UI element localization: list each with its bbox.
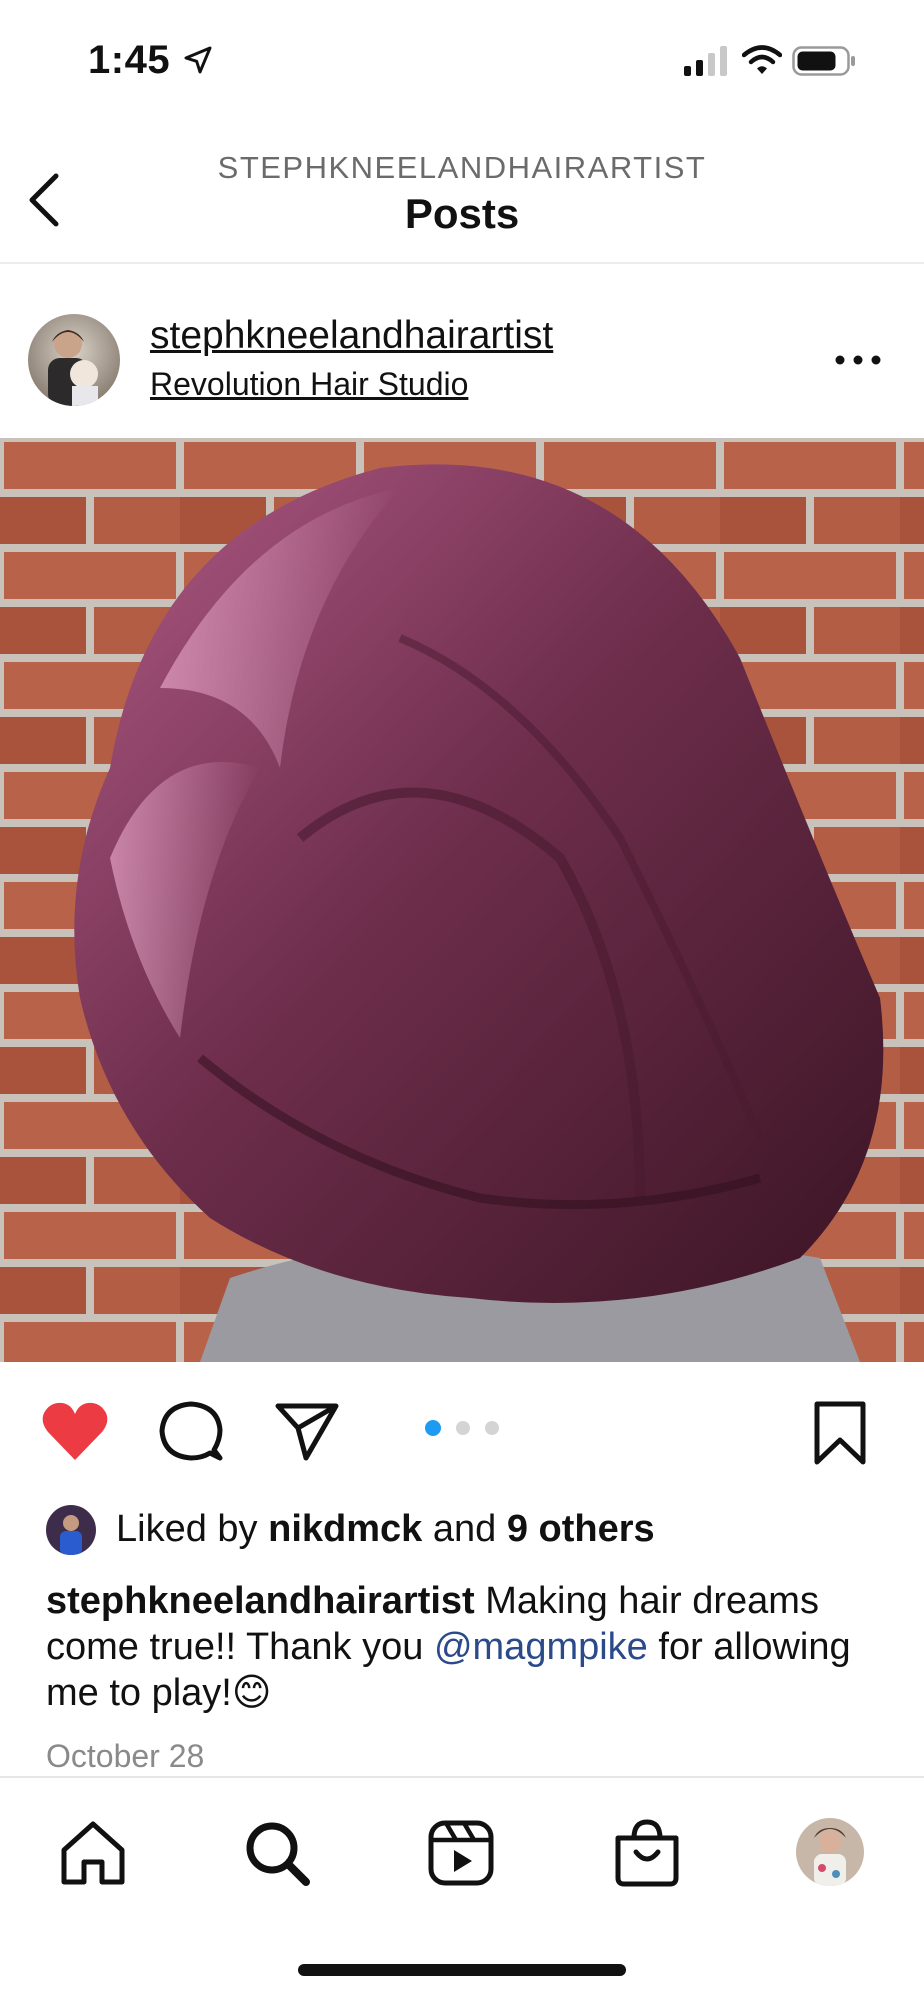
likes-prefix: Liked by xyxy=(116,1508,258,1550)
likes-joiner: and xyxy=(432,1508,497,1550)
more-options-icon[interactable] xyxy=(832,342,884,378)
search-icon[interactable] xyxy=(242,1818,312,1888)
post-date: October 28 xyxy=(46,1738,205,1774)
carousel-indicator xyxy=(425,1420,499,1436)
location-arrow-icon xyxy=(184,46,212,74)
post-location-link[interactable]: Revolution Hair Studio xyxy=(150,366,468,403)
tabbar-divider xyxy=(0,1776,924,1778)
share-paper-plane-icon[interactable] xyxy=(274,1400,340,1464)
battery-icon xyxy=(792,46,855,76)
post-author-username[interactable]: stephkneelandhairartist xyxy=(150,314,553,358)
header-divider xyxy=(0,262,924,264)
home-icon[interactable] xyxy=(58,1818,128,1888)
likes-summary[interactable]: Liked by nikdmck and 9 others xyxy=(116,1508,655,1551)
liker-avatar[interactable] xyxy=(46,1505,96,1555)
likes-others-count[interactable]: 9 others xyxy=(507,1508,655,1550)
post-author-avatar[interactable] xyxy=(28,314,120,406)
profile-avatar[interactable] xyxy=(796,1818,864,1886)
comment-bubble-icon[interactable] xyxy=(158,1400,224,1464)
reels-icon[interactable] xyxy=(426,1818,496,1888)
post-caption: stephkneelandhairartist Making hair drea… xyxy=(46,1578,886,1716)
shop-bag-icon[interactable] xyxy=(612,1818,682,1888)
page-title: Posts xyxy=(404,190,520,237)
cellular-signal-icon xyxy=(684,46,727,76)
header-account-name: STEPHKNEELANDHAIRARTIST xyxy=(217,150,707,185)
liker-username[interactable]: nikdmck xyxy=(268,1508,422,1550)
caption-mention-link[interactable]: @magmpike xyxy=(434,1626,648,1668)
status-time: 1:45 xyxy=(88,38,171,82)
caption-username[interactable]: stephkneelandhairartist xyxy=(46,1580,475,1622)
like-heart-icon[interactable] xyxy=(40,1400,110,1464)
home-indicator[interactable] xyxy=(298,1964,626,1976)
wifi-icon xyxy=(742,45,782,74)
post-photo[interactable] xyxy=(0,438,924,1362)
save-bookmark-icon[interactable] xyxy=(812,1400,868,1466)
